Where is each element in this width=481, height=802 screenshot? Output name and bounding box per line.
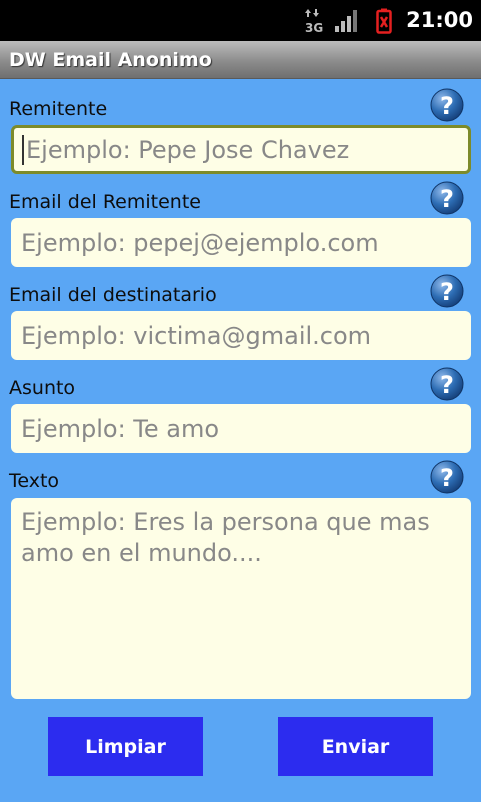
svg-text:?: ? xyxy=(440,185,454,213)
text-cursor xyxy=(22,134,24,165)
sender-name-help-icon[interactable]: ? xyxy=(430,88,464,122)
send-button[interactable]: Enviar xyxy=(278,717,433,776)
message-help-icon[interactable]: ? xyxy=(430,460,464,494)
recipient-email-input[interactable]: Ejemplo: victima@gmail.com xyxy=(11,311,471,360)
svg-text:?: ? xyxy=(440,92,454,120)
message-placeholder: Ejemplo: Eres la persona que mas amo en … xyxy=(21,508,430,567)
message-label: Texto xyxy=(9,470,60,492)
subject-placeholder: Ejemplo: Te amo xyxy=(21,414,220,443)
sender-email-placeholder: Ejemplo: pepej@ejemplo.com xyxy=(21,228,379,257)
battery-alert-icon xyxy=(376,0,392,41)
recipient-email-placeholder: Ejemplo: victima@gmail.com xyxy=(21,321,372,350)
sender-name-label: Remitente xyxy=(9,98,108,120)
svg-text:?: ? xyxy=(440,464,454,492)
clear-button[interactable]: Limpiar xyxy=(48,717,203,776)
sender-name-input[interactable]: Ejemplo: Pepe Jose Chavez xyxy=(11,125,471,174)
recipient-email-help-icon[interactable]: ? xyxy=(430,274,464,308)
sender-name-placeholder: Ejemplo: Pepe Jose Chavez xyxy=(26,135,350,164)
svg-text:?: ? xyxy=(440,278,454,306)
app-title: DW Email Anonimo xyxy=(9,49,212,71)
sender-email-input[interactable]: Ejemplo: pepej@ejemplo.com xyxy=(11,218,471,267)
recipient-email-label: Email del destinatario xyxy=(9,284,217,306)
svg-text:3G: 3G xyxy=(305,21,323,34)
signal-icon xyxy=(334,0,360,41)
status-bar: 3G 21:00 xyxy=(0,0,481,41)
sender-email-label: Email del Remitente xyxy=(9,191,201,213)
svg-text:?: ? xyxy=(440,371,454,399)
status-time: 21:00 xyxy=(406,8,473,32)
message-textarea[interactable]: Ejemplo: Eres la persona que mas amo en … xyxy=(11,498,471,699)
app-title-bar: DW Email Anonimo xyxy=(0,41,481,79)
subject-input[interactable]: Ejemplo: Te amo xyxy=(11,404,471,453)
3g-data-icon: 3G xyxy=(304,0,324,41)
sender-email-help-icon[interactable]: ? xyxy=(430,181,464,215)
status-icons: 3G 21:00 xyxy=(304,0,473,41)
subject-help-icon[interactable]: ? xyxy=(430,367,464,401)
subject-label: Asunto xyxy=(9,377,76,399)
